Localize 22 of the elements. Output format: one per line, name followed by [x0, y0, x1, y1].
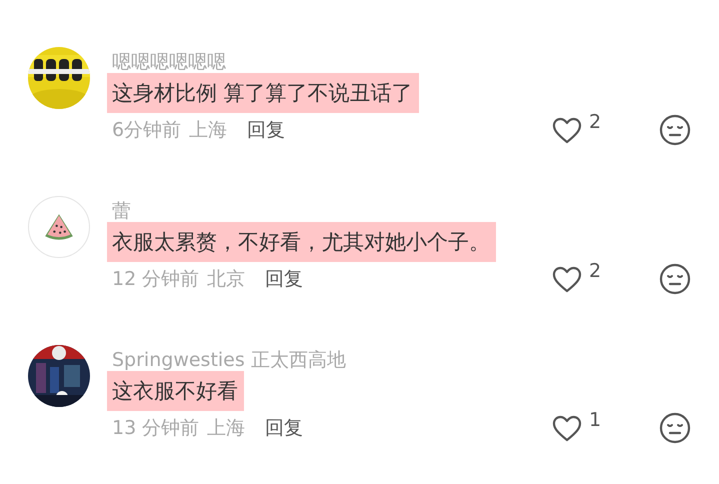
comment-location: 上海 — [189, 118, 228, 143]
comment-text: 衣服太累赘，不好看，尤其对她小个子。 — [107, 222, 496, 262]
like-count: 1 — [589, 409, 602, 431]
comment-text: 这衣服不好看 — [107, 371, 244, 411]
like-count: 2 — [589, 260, 602, 282]
face-icon[interactable] — [659, 114, 691, 146]
like-count: 2 — [589, 111, 602, 133]
heart-icon[interactable] — [552, 266, 582, 292]
comment-location: 北京 — [207, 267, 246, 292]
face-icon[interactable] — [659, 412, 691, 444]
watermelon-icon — [44, 213, 74, 241]
heart-icon[interactable] — [552, 414, 582, 442]
heart-icon[interactable] — [552, 116, 582, 144]
comment-location: 上海 — [207, 416, 246, 441]
comment-time: 6分钟前 — [112, 118, 182, 143]
comment-text: 这身材比例 算了算了不说丑话了 — [107, 73, 419, 113]
reply-link[interactable]: 回复 — [247, 117, 286, 143]
comment-time: 13 分钟前 — [112, 416, 200, 441]
reply-link[interactable]: 回复 — [265, 266, 304, 292]
comment-time: 12 分钟前 — [112, 267, 200, 292]
reply-link[interactable]: 回复 — [265, 415, 304, 441]
face-icon[interactable] — [659, 263, 691, 295]
